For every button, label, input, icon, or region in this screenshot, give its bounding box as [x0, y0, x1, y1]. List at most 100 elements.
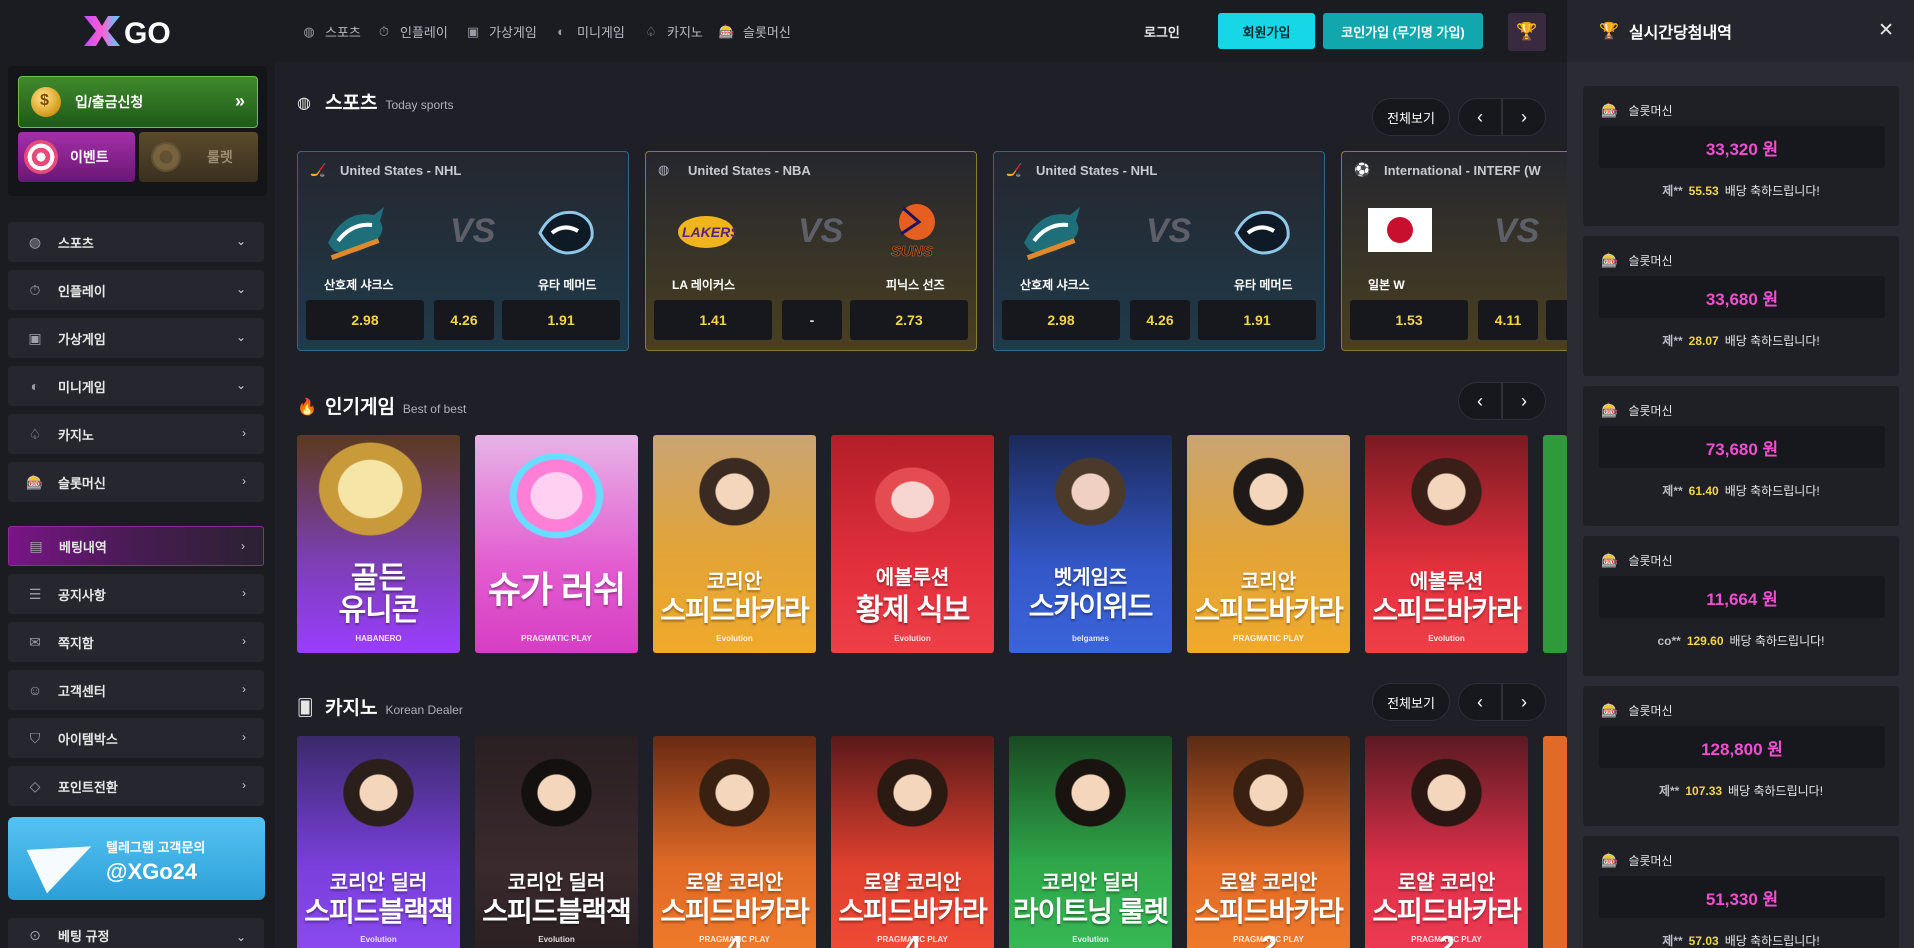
- game-tile-partial[interactable]: [1543, 435, 1567, 653]
- provider-label: HABANERO: [355, 634, 402, 643]
- game-tile[interactable]: 로얄 코리안 스피드바카라4 PRAGMATIC PLAY: [653, 736, 816, 948]
- trophy-icon: 🏆: [1599, 23, 1619, 40]
- deposit-withdraw-button[interactable]: 입/출금신청 »: [18, 76, 258, 128]
- game-tile[interactable]: 에볼루션 스피드바카라 Evolution: [1365, 435, 1528, 653]
- sidebar-item-points[interactable]: ◇ 포인트전환 ›: [8, 766, 264, 806]
- game-tile[interactable]: 슈가 러쉬 PRAGMATIC PLAY: [475, 435, 638, 653]
- odds-home-button[interactable]: 1.41: [654, 300, 772, 340]
- sidebar-item-sports[interactable]: ◍ 스포츠 ⌄: [8, 222, 264, 262]
- team-logo-mammoth: [534, 200, 598, 264]
- telegram-caption: 텔레그램 고객문의: [106, 840, 206, 855]
- popular-next-button[interactable]: ›: [1502, 382, 1546, 420]
- sidebar-item-betting-rules[interactable]: ⊙ 베팅 규정 ⌄: [8, 918, 264, 948]
- win-game: 🎰 슬롯머신: [1601, 852, 1673, 869]
- win-card: 🎰 슬롯머신 73,680 원 제** 61.40 배당 축하드립니다!: [1583, 386, 1899, 526]
- cards-icon: 🂠: [297, 699, 314, 717]
- game-tile[interactable]: 로얄 코리안 스피드바카라2 PRAGMATIC PLAY: [1187, 736, 1350, 948]
- close-icon[interactable]: ✕: [1878, 19, 1894, 42]
- telegram-support-banner[interactable]: 텔레그램 고객문의 @XGo24: [8, 817, 265, 900]
- dealer-artwork: [831, 736, 994, 872]
- nav-casino[interactable]: ♤ 카지노: [643, 22, 703, 41]
- game-tile[interactable]: 로얄 코리안 스피드바카라4 PRAGMATIC PLAY: [831, 736, 994, 948]
- casino-view-all-button[interactable]: 전체보기: [1372, 683, 1450, 721]
- game-tile[interactable]: 골든 유니콘 HABANERO: [297, 435, 460, 653]
- diamond-icon: ◇: [29, 777, 41, 794]
- win-amount: 51,330 원: [1599, 876, 1885, 918]
- odds-draw-button[interactable]: 4.26: [1130, 300, 1190, 340]
- sidebar-item-slots[interactable]: 🎰 슬롯머신 ›: [8, 462, 264, 502]
- shield-icon: ⛉: [29, 729, 41, 746]
- sidebar-item-support[interactable]: ☺ 고객센터 ›: [8, 670, 264, 710]
- sidebar-item-casino[interactable]: ♤ 카지노 ›: [8, 414, 264, 454]
- game-tile[interactable]: 코리안 딜러 스피드블랙잭 Evolution: [297, 736, 460, 948]
- double-chevron-right-icon: »: [234, 91, 245, 111]
- odds-draw-button[interactable]: 4.11: [1478, 300, 1538, 340]
- login-link[interactable]: 로그인: [1144, 22, 1180, 41]
- sidebar-item-inplay[interactable]: ⏱ 인플레이 ⌄: [8, 270, 264, 310]
- match-card[interactable]: 🏒 United States - NHL VS 산호제 샤크스 유타 메머드 2…: [993, 151, 1325, 351]
- nav-virtual[interactable]: ▣ 가상게임: [465, 22, 537, 41]
- basketball-icon: ◍: [658, 162, 670, 177]
- signup-button[interactable]: 회원가입: [1218, 13, 1315, 49]
- game-title-line2: 스피드바카라: [660, 595, 810, 626]
- game-tile[interactable]: 벳게임즈 스카이위드 belgames: [1009, 435, 1172, 653]
- main-content: ◍ 스포츠 Today sports 전체보기 ‹ › 🏒 United Stat…: [275, 62, 1567, 948]
- win-user: 제**: [1662, 934, 1683, 948]
- sports-view-all-button[interactable]: 전체보기: [1372, 98, 1450, 136]
- odds-away-button[interactable]: 1.91: [1198, 300, 1316, 340]
- event-button[interactable]: 이벤트: [18, 132, 135, 182]
- odds-away-button[interactable]: 2.73: [850, 300, 968, 340]
- casino-prev-button[interactable]: ‹: [1458, 683, 1502, 721]
- slot-machine-icon: 🎰: [26, 473, 44, 490]
- sports-next-button[interactable]: ›: [1502, 98, 1546, 136]
- coin-signup-button[interactable]: 코인가입 (무기명 가입): [1323, 13, 1483, 49]
- sidebar-item-virtual[interactable]: ▣ 가상게임 ⌄: [8, 318, 264, 358]
- roulette-button[interactable]: 룰렛: [139, 132, 258, 182]
- game-tile-partial[interactable]: [1543, 736, 1567, 948]
- sidebar-item-notice[interactable]: ☰ 공지사항 ›: [8, 574, 264, 614]
- casino-next-button[interactable]: ›: [1502, 683, 1546, 721]
- provider-label: PRAGMATIC PLAY: [1233, 634, 1304, 643]
- nav-minigame[interactable]: ◐ 미니게임: [553, 22, 625, 41]
- nav-inplay[interactable]: ⏱ 인플레이: [376, 22, 448, 41]
- provider-label: Evolution: [360, 935, 397, 944]
- sidebar-item-messages[interactable]: ✉ 쪽지함 ›: [8, 622, 264, 662]
- sidebar-item-bet-history[interactable]: ▤ 베팅내역 ›: [8, 526, 264, 566]
- provider-label: Evolution: [538, 935, 575, 944]
- provider-label: Evolution: [1428, 634, 1465, 643]
- game-tile[interactable]: 코리안 스피드바카라 Evolution: [653, 435, 816, 653]
- nav-sports[interactable]: ◍ 스포츠: [301, 22, 361, 41]
- win-user: 제**: [1662, 484, 1683, 498]
- game-tile[interactable]: 코리안 스피드바카라 PRAGMATIC PLAY: [1187, 435, 1350, 653]
- screen-play-icon: ▣: [28, 329, 42, 346]
- odds-away-button[interactable]: 1.91: [502, 300, 620, 340]
- odds-draw-button[interactable]: -: [782, 300, 842, 340]
- xgo-logo[interactable]: GO: [82, 12, 194, 50]
- game-tile[interactable]: 코리안 딜러 라이트닝 룰렛 Evolution: [1009, 736, 1172, 948]
- match-card[interactable]: ◍ United States - NBA LAKERS VS SUNS LA 레…: [645, 151, 977, 351]
- odds-away-button[interactable]: [1546, 300, 1567, 340]
- nav-slots[interactable]: 🎰 슬롯머신: [719, 22, 791, 41]
- flag-japan-icon: [1368, 208, 1432, 252]
- sidebar-item-minigame[interactable]: ◐ 미니게임 ⌄: [8, 366, 264, 406]
- odds-home-button[interactable]: 1.53: [1350, 300, 1468, 340]
- svg-text:GO: GO: [124, 17, 171, 50]
- unicorn-artwork: [297, 435, 460, 571]
- odds-home-button[interactable]: 2.98: [1002, 300, 1120, 340]
- game-tile[interactable]: 코리안 딜러 스피드블랙잭 Evolution: [475, 736, 638, 948]
- odds-home-button[interactable]: 2.98: [306, 300, 424, 340]
- section-title: 카지노: [325, 698, 378, 719]
- match-card[interactable]: 🏒 United States - NHL VS 산호제 샤크스 유타 메머드 2…: [297, 151, 629, 351]
- game-tile[interactable]: 로얄 코리안 스피드바카라2 PRAGMATIC PLAY: [1365, 736, 1528, 948]
- game-tile[interactable]: 에볼루션 황제 식보 Evolution: [831, 435, 994, 653]
- popular-prev-button[interactable]: ‹: [1458, 382, 1502, 420]
- win-congrats: 배당 축하드립니다!: [1724, 934, 1820, 948]
- win-game: 🎰 슬롯머신: [1601, 402, 1673, 419]
- match-card[interactable]: ⚽ International - INTERF (W VS 일본 W 1.53 …: [1341, 151, 1567, 351]
- game-title-line2: 유니콘: [338, 594, 420, 627]
- sports-prev-button[interactable]: ‹: [1458, 98, 1502, 136]
- sidebar-item-label: 아이템박스: [58, 731, 118, 747]
- trophy-button[interactable]: 🏆: [1508, 13, 1546, 51]
- odds-draw-button[interactable]: 4.26: [434, 300, 494, 340]
- sidebar-item-itembox[interactable]: ⛉ 아이템박스 ›: [8, 718, 264, 758]
